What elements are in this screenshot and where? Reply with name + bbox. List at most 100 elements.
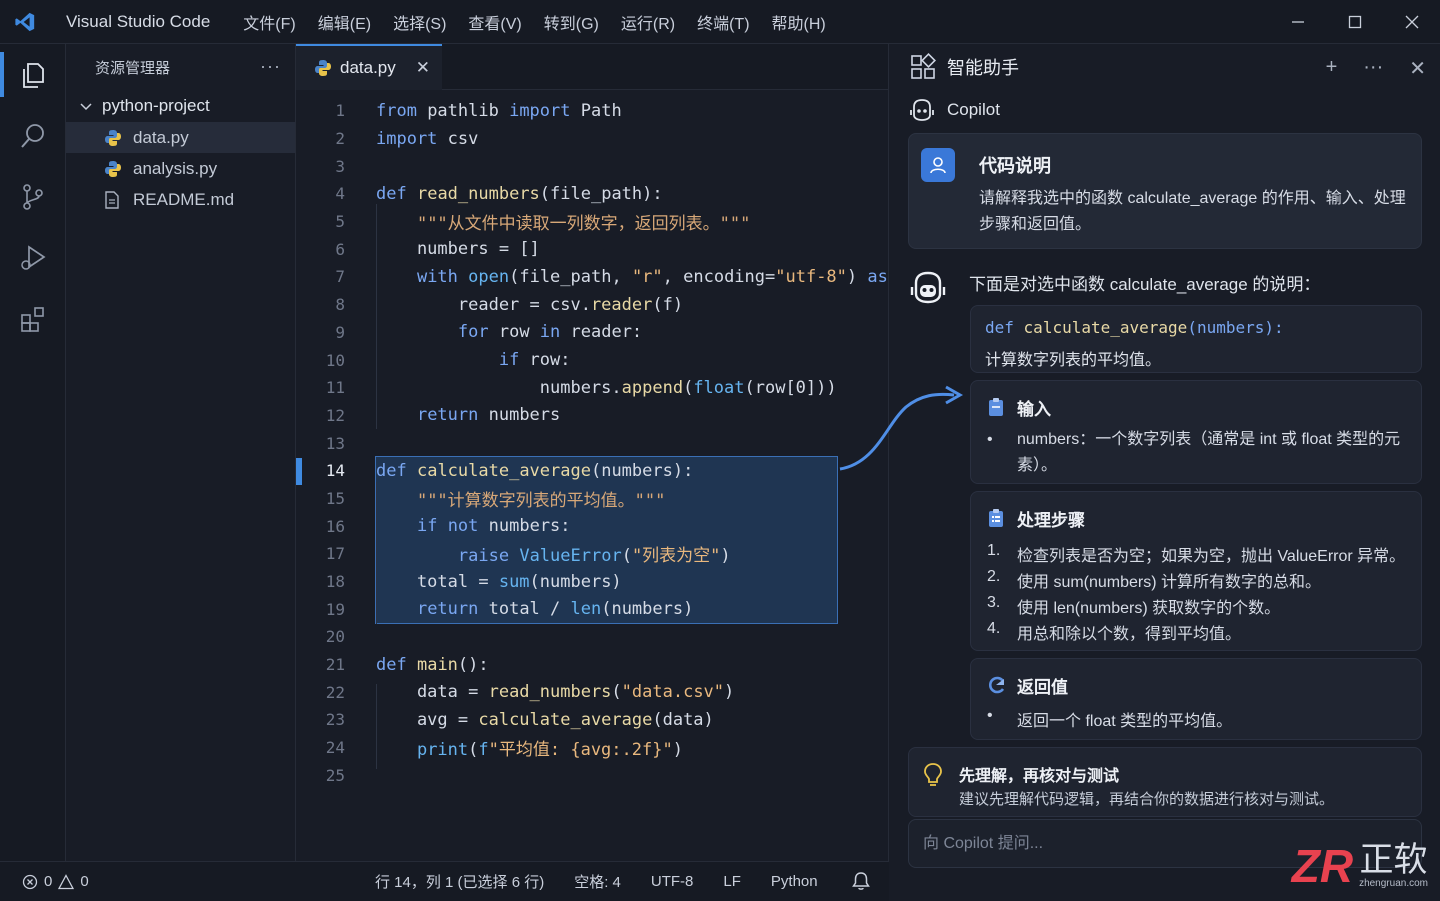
code-line[interactable]: 5 """从文件中读取一列数字，返回列表。""" <box>296 208 889 236</box>
language-mode[interactable]: Python <box>771 873 818 890</box>
line-number: 18 <box>325 572 345 592</box>
close-tab-icon[interactable]: ✕ <box>416 58 430 78</box>
menu-edit[interactable]: 编辑(E) <box>307 10 382 34</box>
file-item-data-py[interactable]: data.py <box>66 122 295 153</box>
code-line[interactable]: 23 avg = calculate_average(data) <box>296 706 889 734</box>
close-panel-button[interactable]: ✕ <box>1409 56 1426 81</box>
maximize-button[interactable] <box>1326 0 1383 44</box>
watermark-zr: ZR <box>1291 840 1354 892</box>
vscode-logo-icon <box>0 0 50 44</box>
explorer-more-button[interactable]: ··· <box>260 56 281 77</box>
code-line[interactable]: 11 numbers.append(float(row[0])) <box>296 374 889 402</box>
line-number: 25 <box>325 765 345 785</box>
code-line[interactable]: 7 with open(file_path, "r", encoding="ut… <box>296 263 918 291</box>
code-line[interactable]: 18 total = sum(numbers) <box>296 568 889 596</box>
input-section-card: 输入 • numbers：一个数字列表（通常是 int 或 float 类型的元素… <box>970 380 1422 484</box>
status-bar: 0 0 行 14，列 1 (已选择 6 行) 空格: 4 UTF-8 LF Py… <box>0 861 889 901</box>
bell-icon[interactable] <box>851 871 871 895</box>
code-line[interactable]: 8 reader = csv.reader(f) <box>296 291 889 319</box>
code-line[interactable]: 10 if row: <box>296 346 889 374</box>
folder-python-project[interactable]: python-project <box>66 90 295 122</box>
input-item-text: numbers：一个数字列表（通常是 int 或 float 类型的元素）。 <box>1017 431 1401 474</box>
line-number: 12 <box>325 405 345 425</box>
return-item-text: 返回一个 float 类型的平均值。 <box>1017 713 1233 730</box>
extensions-icon[interactable] <box>0 288 66 349</box>
code-text: print(f"平均值: {avg:.2f}") <box>416 740 683 761</box>
new-chat-button[interactable]: + <box>1326 56 1338 81</box>
code-line[interactable]: 17 raise ValueError("列表为空") <box>296 540 889 568</box>
connector-arrow-icon <box>839 385 964 471</box>
line-number: 16 <box>325 516 345 536</box>
code-line[interactable]: 3 <box>296 152 889 180</box>
code-text: """从文件中读取一列数字，返回列表。""" <box>416 214 751 235</box>
code-line[interactable]: 9 for row in reader: <box>296 319 889 347</box>
user-message-body: 请解释我选中的函数 calculate_average 的作用、输入、处理步骤和… <box>979 190 1406 233</box>
signature-keyword: def <box>985 318 1014 337</box>
line-number: 10 <box>325 350 345 370</box>
copilot-actions: + ··· ✕ <box>1326 56 1426 81</box>
code-text: data = read_numbers("data.csv") <box>376 682 735 703</box>
menu-go[interactable]: 转到(G) <box>533 10 610 34</box>
encoding[interactable]: UTF-8 <box>651 873 694 890</box>
watermark-en: zhengruan.com <box>1359 878 1428 889</box>
return-item: • 返回一个 float 类型的平均值。 <box>987 707 1233 730</box>
code-line[interactable]: 2 import csv <box>296 125 889 153</box>
more-button[interactable]: ··· <box>1363 56 1383 81</box>
steps-section-card: 处理步骤 1. 检查列表是否为空；如果为空，抛出 ValueError 异常。 2… <box>970 491 1422 651</box>
code-line[interactable]: 15 """计算数字列表的平均值。""" <box>296 485 889 513</box>
steps-section-heading: 处理步骤 <box>1017 511 1085 530</box>
source-control-icon[interactable] <box>0 166 66 227</box>
code-line[interactable]: 4 def read_numbers(file_path): <box>296 180 889 208</box>
line-ending[interactable]: LF <box>723 873 741 890</box>
cursor-position[interactable]: 行 14，列 1 (已选择 6 行) <box>375 871 544 892</box>
run-debug-icon[interactable] <box>0 227 66 288</box>
code-line[interactable]: 13 <box>296 429 889 457</box>
return-arrow-icon <box>987 675 1007 700</box>
line-number: 13 <box>325 433 345 453</box>
code-line[interactable]: 12 return numbers <box>296 402 889 430</box>
code-text: def main(): <box>376 654 489 675</box>
folder-label: python-project <box>102 96 210 115</box>
code-line[interactable]: 16 if not numbers: <box>296 512 889 540</box>
tip-body: 建议先理解代码逻辑，再结合你的数据进行核对与测试。 <box>959 791 1335 808</box>
activity-bar <box>0 44 66 861</box>
code-line[interactable]: 24 print(f"平均值: {avg:.2f}") <box>296 734 889 762</box>
code-line[interactable]: 19 return total / len(numbers) <box>296 595 889 623</box>
code-line[interactable]: 1 from pathlib import Path <box>296 97 889 125</box>
menu-help[interactable]: 帮助(H) <box>761 10 837 34</box>
explorer-icon[interactable] <box>0 44 66 105</box>
code-line[interactable]: 25 <box>296 762 889 790</box>
watermark-logo: ZR 正软 zhengruan.com <box>1292 842 1428 889</box>
code-line[interactable]: 22 data = read_numbers("data.csv") <box>296 678 889 706</box>
tab-data-py[interactable]: data.py ✕ <box>296 44 442 90</box>
search-icon[interactable] <box>0 105 66 166</box>
close-window-button[interactable] <box>1383 0 1440 44</box>
line-number: 11 <box>325 378 345 398</box>
code-line[interactable]: 21 def main(): <box>296 651 889 679</box>
code-text: total = sum(numbers) <box>376 571 622 592</box>
line-number: 3 <box>335 156 345 176</box>
line-number: 4 <box>335 184 345 204</box>
menu-file[interactable]: 文件(F) <box>232 10 306 34</box>
menu-run[interactable]: 运行(R) <box>610 10 686 34</box>
explorer-sidebar: 资源管理器 ··· python-project data.py analysi… <box>66 44 296 861</box>
indentation[interactable]: 空格: 4 <box>574 871 621 892</box>
warning-icon <box>58 873 75 889</box>
code-line[interactable]: 14 def calculate_average(numbers): <box>296 457 889 485</box>
problems-indicator[interactable]: 0 0 <box>22 873 89 890</box>
code-line[interactable]: 6 numbers = [] <box>296 235 889 263</box>
file-item-analysis-py[interactable]: analysis.py <box>66 153 295 184</box>
menu-selection[interactable]: 选择(S) <box>382 10 457 34</box>
watermark-cn: 正软 <box>1359 841 1428 879</box>
code-text: with open(file_path, "r", encoding="utf-… <box>416 266 919 287</box>
file-item-readme-md[interactable]: README.md <box>66 184 295 215</box>
line-number: 5 <box>335 212 345 232</box>
code-line[interactable]: 20 <box>296 623 889 651</box>
minimize-button[interactable] <box>1269 0 1326 44</box>
code-text: """计算数字列表的平均值。""" <box>416 490 666 511</box>
bot-intro-text: 下面是对选中函数 calculate_average 的说明： <box>969 275 1321 294</box>
code-lines[interactable]: 1 from pathlib import Path 2 import csv 3 4 de… <box>296 97 919 790</box>
menu-view[interactable]: 查看(V) <box>457 10 532 34</box>
menu-terminal[interactable]: 终端(T) <box>686 10 760 34</box>
copilot-ask-input[interactable] <box>909 820 1239 867</box>
